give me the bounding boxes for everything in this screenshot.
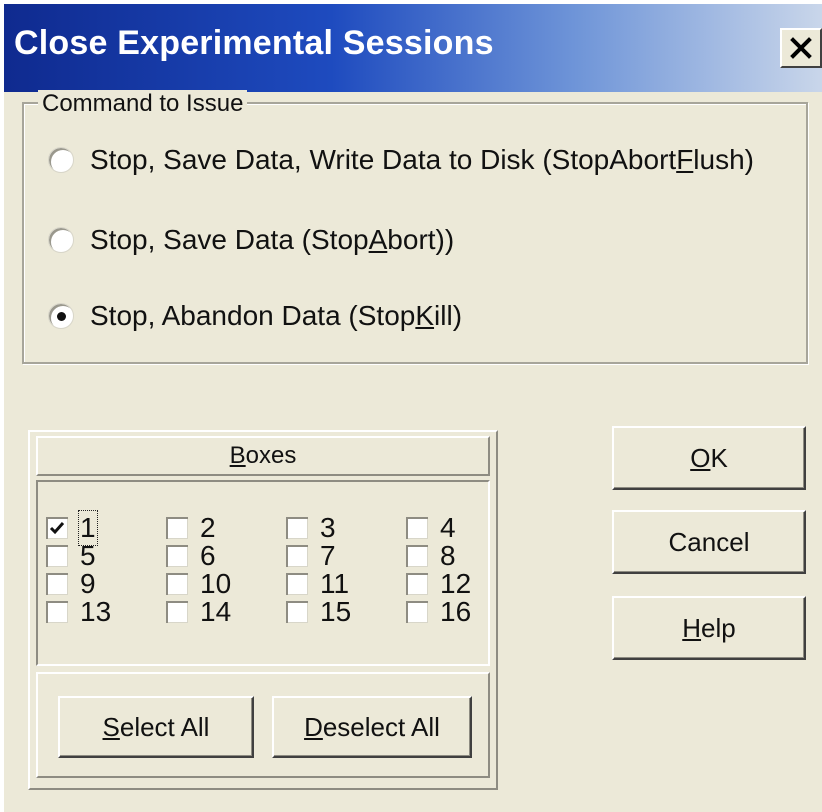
checkbox[interactable] (286, 517, 308, 539)
checkbox[interactable] (406, 545, 428, 567)
box-checkbox-16[interactable]: 16 (406, 596, 472, 627)
command-group-legend: Command to Issue (38, 90, 248, 118)
checkbox[interactable] (286, 601, 308, 623)
checkbox[interactable] (406, 601, 428, 623)
radio-button[interactable] (48, 303, 74, 329)
close-button[interactable] (780, 28, 822, 68)
box-checkbox-6[interactable]: 6 (166, 540, 216, 571)
box-checkbox-12[interactable]: 12 (406, 568, 471, 599)
box-checkbox-8[interactable]: 8 (406, 540, 456, 571)
checkbox[interactable] (286, 545, 308, 567)
box-checkbox-5[interactable]: 5 (46, 540, 96, 571)
checkbox[interactable] (406, 573, 428, 595)
checkbox[interactable] (46, 517, 68, 539)
radio-stop-abort[interactable]: Stop, Save Data (StopAbort)) (48, 222, 454, 258)
box-checkbox-7[interactable]: 7 (286, 540, 336, 571)
dialog-window: Close Experimental Sessions Command to I… (4, 4, 822, 812)
boxes-header: Boxes (36, 436, 490, 476)
ok-button[interactable]: OK (612, 426, 806, 490)
help-button[interactable]: Help (612, 596, 806, 660)
boxes-panel: Boxes 1 2 3 4 5 6 7 8 9 10 11 12 13 14 15 16 Select All… (28, 430, 498, 790)
box-checkbox-11[interactable]: 11 (286, 568, 349, 599)
box-checkbox-10[interactable]: 10 (166, 568, 231, 599)
boxes-checkbox-grid: 1 2 3 4 5 6 7 8 9 10 11 12 13 14 15 16 (36, 480, 490, 666)
box-checkbox-14[interactable]: 14 (166, 596, 232, 627)
checkbox-label: 15 (320, 596, 352, 627)
box-checkbox-13[interactable]: 13 (46, 596, 112, 627)
radio-label: Stop, Abandon Data (StopKill) (90, 300, 463, 331)
window-title: Close Experimental Sessions (14, 24, 494, 62)
radio-stop-abort-flush[interactable]: Stop, Save Data, Write Data to Disk (Sto… (48, 142, 754, 178)
checkbox[interactable] (166, 573, 188, 595)
checkbox[interactable] (46, 573, 68, 595)
radio-dot (57, 312, 66, 321)
cancel-button[interactable]: Cancel (612, 510, 806, 574)
box-checkbox-9[interactable]: 9 (46, 568, 96, 599)
radio-button[interactable] (48, 147, 74, 173)
checkbox[interactable] (166, 517, 188, 539)
checkbox[interactable] (46, 545, 68, 567)
box-checkbox-4[interactable]: 4 (406, 512, 456, 543)
radio-button[interactable] (48, 227, 74, 253)
checkbox-label: 16 (440, 596, 472, 627)
radio-label: Stop, Save Data, Write Data to Disk (Sto… (90, 144, 754, 175)
title-bar[interactable]: Close Experimental Sessions (4, 4, 822, 92)
checkbox[interactable] (406, 517, 428, 539)
select-all-button[interactable]: Select All (58, 696, 254, 758)
deselect-all-button[interactable]: Deselect All (272, 696, 472, 758)
checkbox[interactable] (286, 573, 308, 595)
checkbox-label: 13 (80, 596, 112, 627)
box-checkbox-2[interactable]: 2 (166, 512, 216, 543)
checkbox[interactable] (46, 601, 68, 623)
checkbox-label: 14 (200, 596, 232, 627)
checkbox[interactable] (166, 601, 188, 623)
radio-stop-kill[interactable]: Stop, Abandon Data (StopKill) (48, 298, 462, 334)
boxes-button-area: Select All Deselect All (36, 672, 490, 778)
box-checkbox-15[interactable]: 15 (286, 596, 352, 627)
box-checkbox-3[interactable]: 3 (286, 512, 336, 543)
box-checkbox-1[interactable]: 1 (46, 510, 98, 546)
checkmark-icon (49, 522, 65, 535)
radio-label: Stop, Save Data (StopAbort)) (90, 224, 455, 255)
close-icon (790, 37, 812, 59)
checkbox[interactable] (166, 545, 188, 567)
